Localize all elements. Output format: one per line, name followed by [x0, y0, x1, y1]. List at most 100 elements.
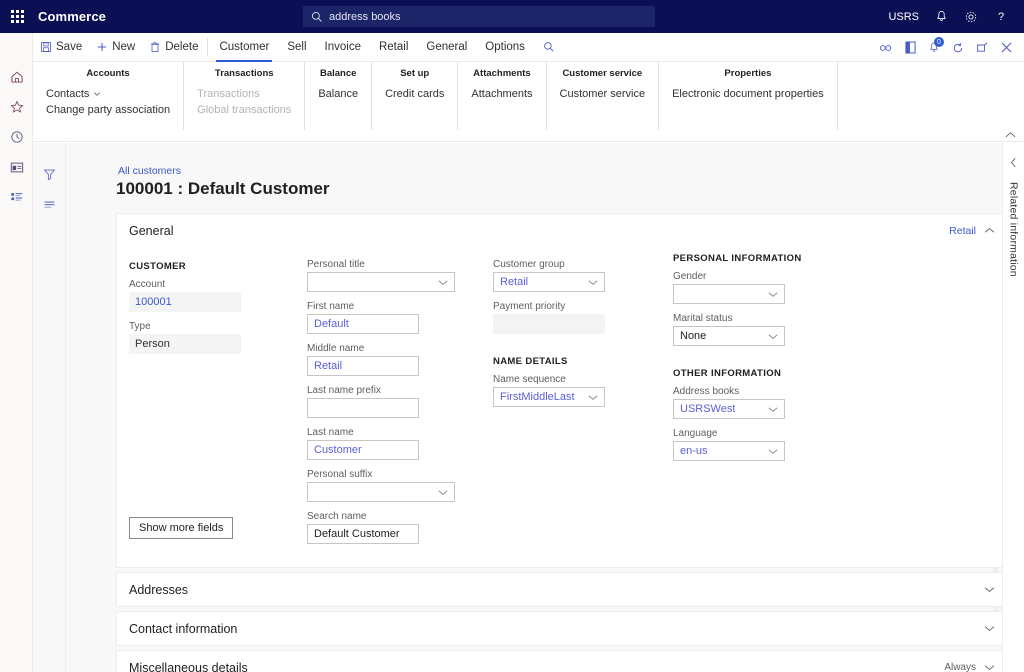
ribbon-item-electronic-document-properties[interactable]: Electronic document properties: [671, 86, 825, 102]
related-information-label[interactable]: Related information: [1008, 182, 1020, 277]
field-personal-title-label: Personal title: [307, 259, 477, 270]
attach-link-icon[interactable]: [874, 33, 898, 62]
tab-options[interactable]: Options: [476, 33, 534, 62]
delete-button[interactable]: Delete: [142, 33, 205, 62]
global-search-box[interactable]: address books: [303, 6, 655, 27]
tab-retail[interactable]: Retail: [370, 33, 417, 62]
new-label: New: [112, 41, 135, 53]
save-icon: [40, 41, 52, 53]
recent-clock-icon[interactable]: [0, 122, 33, 152]
marital-status-value: None: [680, 330, 706, 342]
popout-icon[interactable]: [970, 33, 994, 62]
marital-status-combobox[interactable]: None: [673, 326, 785, 346]
new-button[interactable]: New: [89, 33, 142, 62]
ribbon-item-contacts[interactable]: Contacts: [45, 86, 171, 102]
address-books-combobox[interactable]: USRSWest: [673, 399, 785, 419]
help-question-icon[interactable]: ?: [986, 0, 1016, 33]
field-last-name: Last name Customer: [307, 427, 477, 460]
last-name-input[interactable]: Customer: [307, 440, 419, 460]
home-icon[interactable]: [0, 62, 33, 92]
personal-suffix-combobox[interactable]: [307, 482, 455, 502]
chevron-down-icon: [588, 394, 598, 401]
chevron-down-icon[interactable]: [984, 664, 995, 671]
field-last-name-prefix: Last name prefix: [307, 385, 477, 418]
field-payment-priority: Payment priority: [493, 301, 657, 334]
close-icon[interactable]: [994, 33, 1018, 62]
fasttab-general-header-right: Retail: [949, 225, 995, 237]
ribbon-item-customer-service[interactable]: Customer service: [559, 86, 647, 102]
chevron-up-icon[interactable]: [984, 227, 995, 234]
fasttab-general-tag[interactable]: Retail: [949, 225, 976, 237]
fasttab-general: General Retail CUSTOMER Account: [116, 213, 1006, 568]
ribbon-item-change-party-association[interactable]: Change party association: [45, 102, 171, 118]
notifications-icon[interactable]: 0: [922, 33, 946, 62]
refresh-icon[interactable]: [946, 33, 970, 62]
field-first-name-label: First name: [307, 301, 477, 312]
page-content: All customers 100001 : Default Customer …: [66, 143, 1024, 672]
tab-sell-label: Sell: [287, 41, 306, 53]
action-pane: Accounts Contacts Change party associati…: [33, 62, 1024, 142]
form-column-name: Personal title First name Default: [307, 253, 493, 553]
fasttab-addresses-header[interactable]: Addresses: [117, 573, 1005, 606]
ribbon-item-label: Credit cards: [385, 88, 444, 100]
show-more-fields-button[interactable]: Show more fields: [129, 517, 233, 539]
account-value[interactable]: 100001: [129, 292, 241, 312]
gender-combobox[interactable]: [673, 284, 785, 304]
fasttab-general-header[interactable]: General Retail: [117, 214, 1005, 247]
last-name-prefix-input[interactable]: [307, 398, 419, 418]
command-separator: [207, 38, 208, 56]
company-selector[interactable]: USRS: [881, 0, 926, 33]
top-bar-right-tools: USRS ?: [881, 0, 1016, 33]
field-last-name-label: Last name: [307, 427, 477, 438]
ribbon-group-attachments: Attachments Attachments: [458, 62, 546, 130]
plus-icon: [96, 41, 108, 53]
ribbon-item-balance[interactable]: Balance: [317, 86, 359, 102]
search-name-input[interactable]: Default Customer: [307, 524, 419, 544]
name-sequence-combobox[interactable]: FirstMiddleLast: [493, 387, 605, 407]
field-account: Account 100001: [129, 279, 291, 312]
ribbon-item-credit-cards[interactable]: Credit cards: [384, 86, 445, 102]
chevron-down-icon[interactable]: [984, 586, 995, 593]
fasttab-contact-information-header-right: [984, 625, 995, 632]
fasttab-miscellaneous-details-header[interactable]: Miscellaneous details Always: [117, 651, 1005, 672]
ribbon-item-attachments[interactable]: Attachments: [470, 86, 533, 102]
first-name-input[interactable]: Default: [307, 314, 419, 334]
page-side-tools: [33, 143, 66, 672]
command-search-button[interactable]: [534, 33, 564, 62]
tab-customer[interactable]: Customer: [210, 33, 278, 62]
collapse-action-pane-button[interactable]: [1005, 131, 1016, 139]
favorites-star-icon[interactable]: [0, 92, 33, 122]
save-button[interactable]: Save: [33, 33, 89, 62]
open-in-office-icon[interactable]: [898, 33, 922, 62]
save-label: Save: [56, 41, 82, 53]
personal-title-combobox[interactable]: [307, 272, 455, 292]
filter-icon[interactable]: [33, 159, 66, 189]
tab-sell[interactable]: Sell: [278, 33, 315, 62]
fasttab-addresses-title: Addresses: [129, 583, 188, 597]
middle-name-input[interactable]: Retail: [307, 356, 419, 376]
settings-gear-icon[interactable]: [956, 0, 986, 33]
customer-group-combobox[interactable]: Retail: [493, 272, 605, 292]
show-list-icon[interactable]: [33, 189, 66, 219]
chevron-left-icon[interactable]: [1010, 157, 1017, 168]
notification-bell-icon[interactable]: [926, 0, 956, 33]
type-value[interactable]: Person: [129, 334, 241, 354]
ribbon-group-set-up: Set up Credit cards: [372, 62, 458, 130]
modules-list-icon[interactable]: [0, 182, 33, 212]
payment-priority-value: [493, 314, 605, 334]
fasttab-contact-information-title: Contact information: [129, 622, 237, 636]
section-heading-personal-information: PERSONAL INFORMATION: [673, 253, 827, 264]
fasttab-general-title: General: [129, 224, 173, 238]
breadcrumb[interactable]: All customers: [118, 165, 181, 177]
tab-general[interactable]: General: [417, 33, 476, 62]
app-launcher-icon[interactable]: [0, 0, 34, 33]
language-combobox[interactable]: en-us: [673, 441, 785, 461]
tab-invoice[interactable]: Invoice: [316, 33, 370, 62]
ribbon-group-title: Transactions: [196, 68, 292, 79]
chevron-down-icon[interactable]: [984, 625, 995, 632]
ribbon-group-title: Customer service: [559, 68, 647, 79]
chevron-down-icon: [768, 333, 778, 340]
workspaces-icon[interactable]: [0, 152, 33, 182]
page-body: All customers 100001 : Default Customer …: [33, 143, 1024, 672]
fasttab-contact-information-header[interactable]: Contact information: [117, 612, 1005, 645]
